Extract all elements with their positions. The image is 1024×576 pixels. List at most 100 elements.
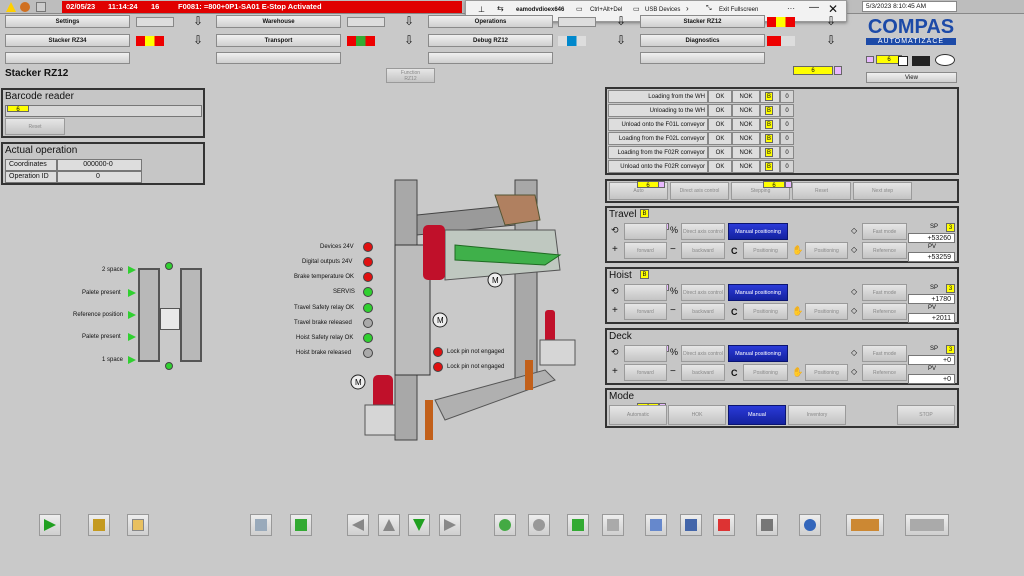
import-button[interactable] [290,514,312,536]
delete-button[interactable] [713,514,735,536]
mode-stop[interactable]: STOP [897,405,955,425]
axis-positioning-2[interactable]: Positioning [805,364,848,381]
axis-mode-button[interactable]: Fast mode [862,345,907,362]
sound-button[interactable] [846,514,884,536]
nav-empty-2[interactable] [216,52,341,64]
download-icon[interactable]: ⇩ [616,14,626,28]
forward-button[interactable]: forward [624,303,667,320]
function-button[interactable]: Function RZ12 [386,68,435,83]
reference-button[interactable]: Reference [862,242,907,259]
nav-debug-rz12[interactable]: Debug RZ12 [428,34,553,47]
redo-button[interactable] [528,514,550,536]
sp-value[interactable]: +1780 [908,294,955,304]
axis-positioning-2[interactable]: Positioning [805,303,848,320]
axis-empty[interactable] [624,223,667,240]
axis-empty[interactable] [624,284,667,301]
op-direct[interactable]: Direct axis control [670,182,729,200]
eye-icon[interactable] [935,54,955,66]
axis-positioning-2[interactable]: Positioning [805,242,848,259]
nav-settings[interactable]: Settings [5,15,130,28]
nav-empty-4[interactable] [640,52,765,64]
reference-button[interactable]: Reference [862,303,907,320]
up-button[interactable] [378,514,400,536]
stop-icon[interactable] [36,2,46,12]
usb-button[interactable]: USB Devices [645,7,680,13]
usb-icon[interactable]: ▭ [633,5,640,13]
start-button[interactable] [39,514,61,536]
plus-icon[interactable]: + [612,244,618,255]
sp-value[interactable]: +53260 [908,233,955,243]
reset-axis-icon[interactable]: ⟲ [611,225,619,236]
down-button[interactable] [408,514,430,536]
camera-icon[interactable] [912,56,930,66]
user-icon[interactable] [20,2,30,12]
transfer-button[interactable] [567,514,589,536]
minus-icon[interactable]: − [670,305,676,316]
mode-automatic[interactable]: Automatic [609,405,667,425]
info-button[interactable] [799,514,821,536]
mode-hok[interactable]: HOK [668,405,726,425]
pin-icon[interactable]: ⊥ [478,5,485,14]
nav-empty-1[interactable] [5,52,130,64]
tools-button[interactable] [88,514,110,536]
sp-value[interactable]: +0 [908,355,955,365]
axis-empty[interactable] [624,345,667,362]
plus-icon[interactable]: + [612,366,618,377]
manual-positioning-button[interactable]: Manual positioning [728,284,788,301]
direct-axis-button[interactable]: Direct axis control [681,284,725,301]
more-icon[interactable]: ··· [787,4,795,13]
minimize-icon[interactable]: — [809,2,819,13]
download-icon[interactable]: ⇩ [826,14,836,28]
reset-button[interactable]: Reset [5,118,65,135]
direct-axis-button[interactable]: Direct axis control [681,223,725,240]
backward-button[interactable]: backward [681,242,725,259]
forward-button[interactable]: forward [624,242,667,259]
nav-operations[interactable]: Operations [428,15,553,28]
refresh-button[interactable] [494,514,516,536]
alarm-message[interactable]: F0081: =800+0P1-SA01 E-Stop Activated [178,2,322,11]
positioning-button[interactable]: Positioning [743,303,788,320]
right-button[interactable] [439,514,461,536]
fullscreen-icon[interactable]: ⤡ [706,5,712,13]
reset-axis-icon[interactable]: ⟲ [611,347,619,358]
mode-inventory[interactable]: Inventory [788,405,846,425]
reference-button[interactable]: Reference [862,364,907,381]
window-button[interactable] [127,514,149,536]
print-button[interactable] [756,514,778,536]
nav-stacker-rz12[interactable]: Stacker RZ12 [640,15,765,28]
nav-empty-3[interactable] [428,52,553,64]
exit-fullscreen-button[interactable]: Exit Fullscreen [719,7,758,13]
axis-mode-button[interactable]: Fast mode [862,223,907,240]
left-button[interactable] [347,514,369,536]
download-icon[interactable]: ⇩ [616,33,626,47]
move-button[interactable] [602,514,624,536]
info-icon[interactable] [898,56,908,66]
op-next-step[interactable]: Next step [853,182,912,200]
copy-button[interactable] [645,514,667,536]
save-button[interactable] [680,514,702,536]
positioning-button[interactable]: Positioning [743,364,788,381]
manual-positioning-button[interactable]: Manual positioning [728,223,788,240]
download-icon[interactable]: ⇩ [193,14,203,28]
download-icon[interactable]: ⇩ [404,14,414,28]
confirm-button[interactable] [905,514,949,536]
view-button[interactable]: View [866,72,957,83]
arrows-icon[interactable]: ⇆ [497,4,504,13]
nav-transport[interactable]: Transport [216,34,341,47]
cad-button[interactable]: Ctrl+Alt+Del [590,7,622,13]
download-icon[interactable]: ⇩ [826,33,836,47]
backward-button[interactable]: backward [681,364,725,381]
manual-positioning-button[interactable]: Manual positioning [728,345,788,362]
plus-icon[interactable]: + [612,305,618,316]
keyboard-icon[interactable]: ▭ [576,5,583,13]
download-icon[interactable]: ⇩ [404,33,414,47]
nav-warehouse[interactable]: Warehouse [216,15,341,28]
nav-diagnostics[interactable]: Diagnostics [640,34,765,47]
forward-button[interactable]: forward [624,364,667,381]
mode-manual[interactable]: Manual [728,405,786,425]
nav-stacker-rz34[interactable]: Stacker RZ34 [5,34,130,47]
minus-icon[interactable]: − [670,244,676,255]
direct-axis-button[interactable]: Direct axis control [681,345,725,362]
edit-button[interactable] [250,514,272,536]
backward-button[interactable]: backward [681,303,725,320]
